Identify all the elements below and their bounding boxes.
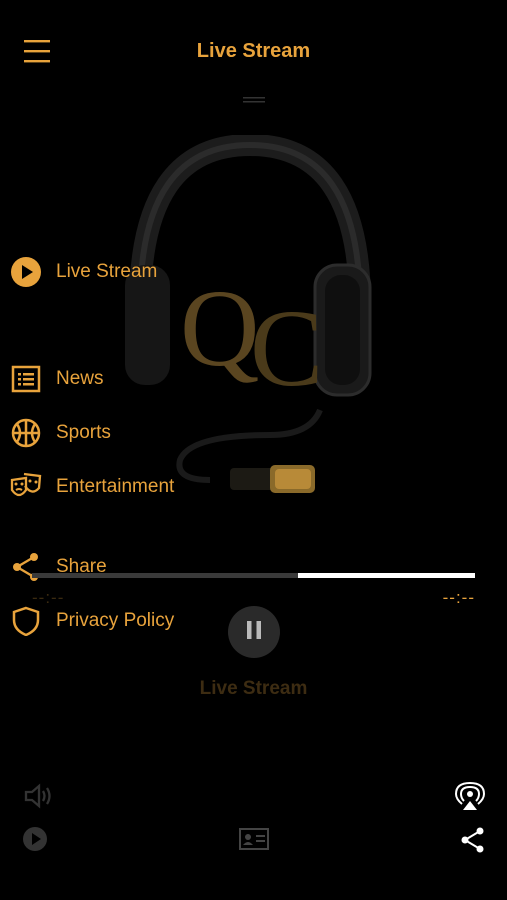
sidebar-item-label: Privacy Policy <box>56 610 175 631</box>
pause-icon <box>245 620 263 645</box>
remaining-time: --:-- <box>442 588 475 607</box>
play-icon[interactable] <box>22 826 48 857</box>
theater-masks-icon <box>10 471 42 503</box>
sidebar-item-label: News <box>56 368 104 389</box>
progress-fill <box>297 573 475 578</box>
elapsed-time: --:-- <box>32 588 65 607</box>
sidebar-item-privacy-policy[interactable]: Privacy Policy <box>10 605 174 637</box>
shield-icon <box>10 605 42 637</box>
share-icon[interactable] <box>460 826 486 859</box>
sidebar-item-news[interactable]: News <box>10 363 104 395</box>
sidebar-item-label: Entertainment <box>56 476 175 497</box>
sidebar-item-entertainment[interactable]: Entertainment <box>10 471 174 503</box>
list-icon <box>10 363 42 395</box>
play-circle-icon <box>10 256 42 288</box>
sidebar-item-live-stream[interactable]: Live Stream <box>10 256 157 288</box>
page-title: Live Stream <box>196 40 311 62</box>
basketball-icon <box>10 417 42 449</box>
drag-handle[interactable] <box>243 90 265 103</box>
sidebar-item-sports[interactable]: Sports <box>10 417 111 449</box>
album-artwork: Q C <box>120 133 380 505</box>
airplay-icon[interactable] <box>454 780 486 817</box>
progress-bar[interactable] <box>32 573 475 578</box>
share-icon <box>10 551 42 583</box>
track-title: Live Stream <box>199 678 308 699</box>
volume-icon[interactable] <box>24 782 54 815</box>
contact-card-icon[interactable] <box>238 826 270 857</box>
sidebar-item-share[interactable]: Share <box>10 551 107 583</box>
pause-button[interactable] <box>228 606 280 658</box>
sidebar-item-label: Sports <box>56 422 111 443</box>
svg-text:Q: Q <box>180 267 259 389</box>
sidebar-item-label: Live Stream <box>56 261 158 282</box>
svg-text:C: C <box>250 287 323 409</box>
